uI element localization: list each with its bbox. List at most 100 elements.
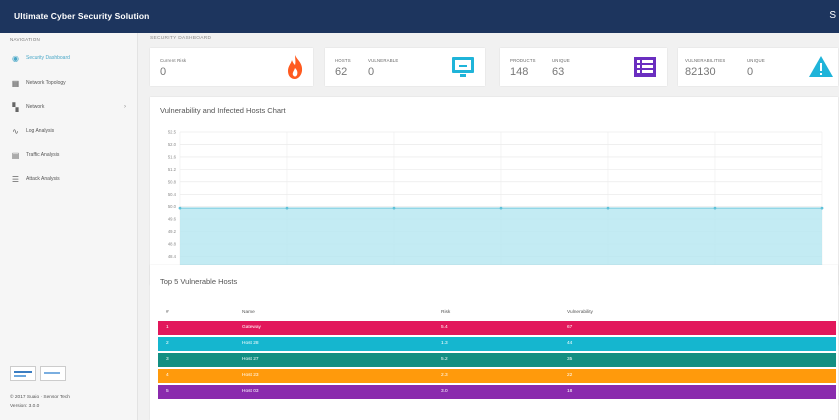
- stat-label: VULNERABLE: [368, 58, 399, 63]
- stat-label: UNIQUE: [747, 58, 765, 63]
- row-vulnerability: 44: [567, 341, 573, 346]
- stat-value: 0: [747, 66, 754, 78]
- vulnerabilities-card: VULNERABILITIES 82130 UNIQUE 0: [678, 48, 838, 86]
- data-point: [285, 206, 289, 210]
- hosts-card: HOSTS 62 VULNERABLE 0: [325, 48, 485, 86]
- table-row[interactable]: 1 Gateway 5.4 67: [158, 321, 836, 335]
- stat-label: Current Risk: [160, 58, 187, 63]
- y-tick-label: 49.2: [168, 229, 177, 234]
- y-tick-label: 50.0: [168, 204, 177, 209]
- flame-icon: [288, 55, 303, 79]
- y-tick-label: 51.2: [168, 167, 177, 172]
- sidebar-item-label: Traffic Analysis: [26, 152, 60, 158]
- warning-icon: [809, 56, 833, 77]
- stat-label: HOSTS: [335, 58, 351, 63]
- table-header-vulnerability: Vulnerability: [567, 310, 593, 315]
- row-number: 1: [166, 325, 169, 330]
- eye-icon: ◉: [12, 53, 19, 63]
- row-number: 5: [166, 389, 169, 394]
- grid-icon: ▦: [11, 78, 20, 88]
- y-tick-label: 50.4: [168, 192, 177, 197]
- y-tick-label: 49.6: [168, 217, 177, 222]
- chevron-right-icon: ›: [124, 104, 126, 110]
- area-fill: [180, 208, 822, 269]
- stat-value: 0: [160, 66, 167, 78]
- data-point: [178, 206, 182, 210]
- chart-line-icon: ∿: [12, 126, 19, 136]
- y-tick-label: 50.8: [168, 179, 177, 184]
- breadcrumb: SECURITY DASHBOARD: [150, 36, 212, 41]
- row-name: Host 27: [242, 357, 259, 362]
- app-title: Ultimate Cyber Security Solution: [14, 11, 150, 21]
- list-icon: ☰: [11, 174, 20, 184]
- document-icon: ▤: [11, 150, 20, 160]
- stat-label: VULNERABILITIES: [685, 58, 726, 63]
- table-header-name: Name: [242, 310, 255, 315]
- sidebar-item-network-topology[interactable]: ▦ Network Topology: [10, 76, 134, 90]
- sidebar-item-label: Network: [26, 104, 45, 110]
- row-vulnerability: 18: [567, 389, 573, 394]
- copyright-text: © 2017 Suaio · Sensor Tech: [10, 395, 70, 400]
- nav-heading: NAVIGATION: [10, 37, 41, 42]
- table-row[interactable]: 5 Host 03 3.0 18: [158, 385, 836, 399]
- user-menu-button[interactable]: S: [829, 10, 836, 21]
- sidebar-item-network[interactable]: ▚ Network ›: [10, 100, 134, 114]
- y-tick-label: 48.8: [168, 242, 177, 247]
- row-number: 3: [166, 357, 169, 362]
- partner-logos: [10, 366, 70, 384]
- sidebar-item-label: Network Topology: [26, 80, 66, 86]
- data-point: [820, 206, 824, 210]
- stat-value: 62: [335, 66, 348, 78]
- row-risk: 3.0: [441, 389, 448, 394]
- row-risk: 5.4: [441, 325, 448, 330]
- row-number: 4: [166, 373, 169, 378]
- row-vulnerability: 67: [567, 325, 573, 330]
- top-bar: Ultimate Cyber Security Solution S: [0, 0, 839, 33]
- y-tick-label: 52.0: [168, 142, 177, 147]
- row-name: Host 28: [242, 341, 259, 346]
- network-icon: ▚: [12, 102, 19, 112]
- stat-value: 148: [510, 66, 529, 78]
- data-point: [606, 206, 610, 210]
- sidebar-item-label: Attack Analysis: [26, 176, 60, 182]
- row-vulnerability: 35: [567, 357, 573, 362]
- list-icon: [634, 57, 656, 77]
- y-tick-label: 52.5: [168, 130, 177, 135]
- data-point: [499, 206, 503, 210]
- row-risk: 1.3: [441, 341, 448, 346]
- stat-label: PRODUCTS: [510, 58, 536, 63]
- sidebar-item-label: Log Analysis: [26, 128, 55, 134]
- stat-value: 63: [552, 66, 565, 78]
- table-row[interactable]: 3 Host 27 5.2 35: [158, 353, 836, 367]
- stat-value: 82130: [685, 66, 716, 78]
- data-point: [713, 206, 717, 210]
- sidebar-item-attack-analysis[interactable]: ☰ Attack Analysis: [10, 172, 134, 186]
- row-risk: 5.2: [441, 357, 448, 362]
- sidebar-item-security-dashboard[interactable]: ◉ Security Dashboard: [10, 51, 134, 65]
- chart-panel: Vulnerability and Infected Hosts Chart 5…: [150, 97, 838, 285]
- table-row[interactable]: 4 Host 23 2.3 22: [158, 369, 836, 383]
- version-text: Version: 3.0.0: [10, 404, 40, 409]
- y-tick-label: 48.4: [168, 254, 177, 259]
- table-row[interactable]: 2 Host 28 1.3 44: [158, 337, 836, 351]
- data-point: [392, 206, 396, 210]
- row-name: Host 03: [242, 389, 259, 394]
- hosts-table: # Name Risk Vulnerability 1 Gateway 5.4 …: [158, 299, 836, 419]
- row-number: 2: [166, 341, 169, 346]
- partner-logo: [40, 366, 66, 381]
- products-card: PRODUCTS 148 UNIQUE 63: [500, 48, 667, 86]
- partner-logo: [10, 366, 36, 381]
- sidebar-item-traffic-analysis[interactable]: ▤ Traffic Analysis: [10, 148, 134, 162]
- current-risk-card: Current Risk 0: [150, 48, 313, 86]
- stat-value: 0: [368, 66, 375, 78]
- main-content: SECURITY DASHBOARD Current Risk 0 HOSTS …: [138, 33, 839, 420]
- monitor-icon: [452, 57, 474, 77]
- table-header-number: #: [166, 310, 169, 315]
- table-header-risk: Risk: [441, 310, 451, 315]
- y-tick-label: 51.6: [168, 154, 177, 159]
- sidebar-item-label: Security Dashboard: [26, 55, 70, 61]
- row-name: Gateway: [242, 325, 261, 330]
- row-vulnerability: 22: [567, 373, 573, 378]
- row-risk: 2.3: [441, 373, 448, 378]
- sidebar-item-log-analysis[interactable]: ∿ Log Analysis: [10, 124, 134, 138]
